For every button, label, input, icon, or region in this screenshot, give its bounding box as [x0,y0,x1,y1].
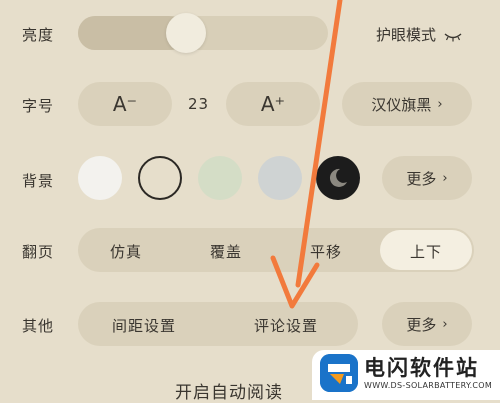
spacing-settings-button[interactable]: 间距设置 [112,315,176,336]
font-decrease-button[interactable]: A⁻ [78,82,172,126]
font-family-button[interactable]: 汉仪旗黑 › [342,82,472,126]
page-turn-option-simulation[interactable]: 仿真 [110,241,142,262]
eye-care-label: 护眼模式 [376,25,437,44]
closed-eye-icon [443,28,463,42]
background-swatch-white[interactable] [78,156,122,200]
watermark-title: 电闪软件站 [364,356,479,380]
other-label: 其他 [22,317,55,335]
page-turn-option-cover[interactable]: 覆盖 [210,241,242,262]
background-label: 背景 [22,172,55,190]
font-size-label: 字号 [22,97,55,115]
font-decrease-label: A⁻ [112,92,138,116]
page-turn-label: 翻页 [22,243,55,261]
moon-icon [329,168,347,187]
background-swatch-green[interactable] [198,156,242,200]
brightness-label: 亮度 [22,26,55,44]
watermark-logo [320,354,358,392]
watermark-url: WWW.DS-SOLARBATTERY.COM [364,381,493,390]
background-more-button[interactable]: 更多 › [382,156,472,200]
chevron-right-icon: › [442,316,448,332]
eye-care-toggle[interactable]: 护眼模式 [376,22,463,46]
chevron-right-icon: › [442,170,448,186]
comment-settings-button[interactable]: 评论设置 [254,315,318,336]
background-swatch-blue[interactable] [258,156,302,200]
page-turn-option-vertical[interactable]: 上下 [410,241,442,262]
background-swatch-night[interactable] [316,156,360,200]
font-family-name: 汉仪旗黑 [371,95,432,114]
background-swatch-beige[interactable] [138,156,182,200]
background-more-label: 更多 [406,169,437,188]
other-more-label: 更多 [406,315,437,334]
font-size-value: 23 [188,95,210,113]
page-turn-option-slide[interactable]: 平移 [310,241,342,262]
chevron-right-icon: › [437,96,443,112]
font-increase-label: A⁺ [260,92,286,116]
font-increase-button[interactable]: A⁺ [226,82,320,126]
auto-read-button[interactable]: 开启自动阅读 [175,378,283,403]
brightness-slider-knob[interactable] [166,13,207,53]
other-more-button[interactable]: 更多 › [382,302,472,346]
